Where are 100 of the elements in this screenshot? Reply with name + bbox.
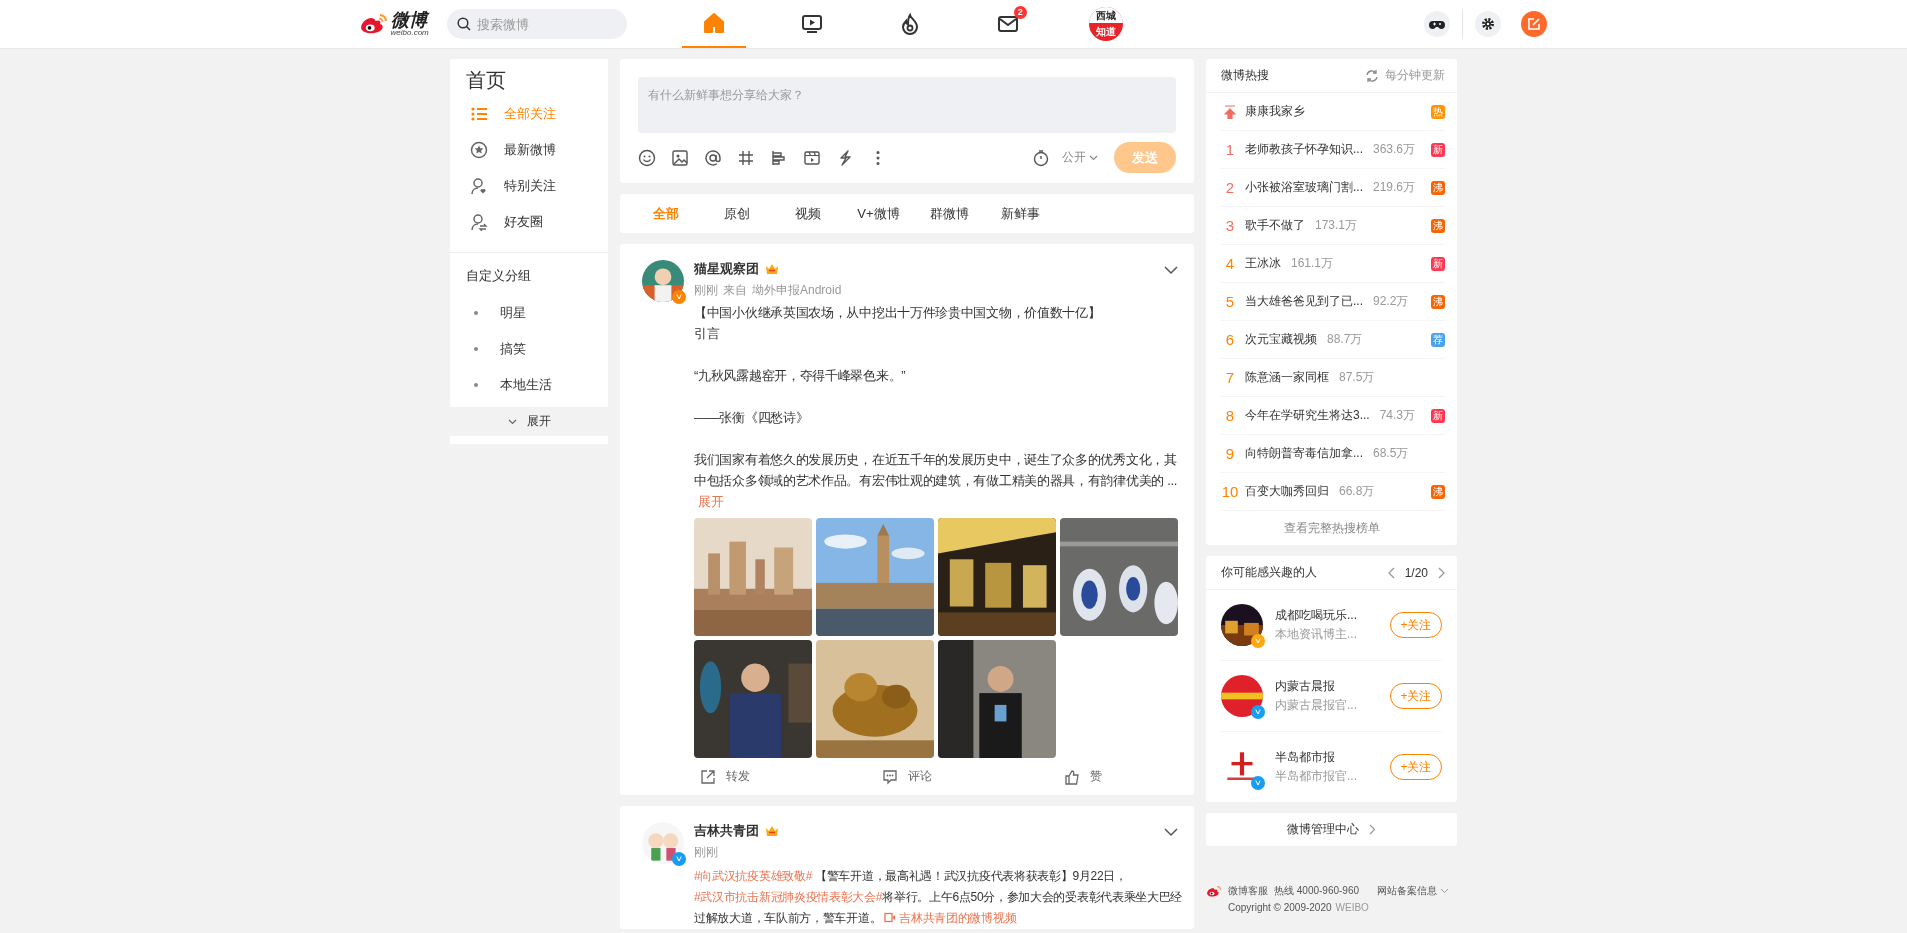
chevron-down-icon[interactable] <box>1164 266 1178 275</box>
group-item[interactable]: 本地生活 <box>450 367 608 403</box>
groups-heading: 自定义分组 <box>465 267 532 285</box>
sidebar-item[interactable]: 好友圈 <box>450 204 608 240</box>
chevron-down-icon[interactable] <box>1164 828 1178 837</box>
rank-number: 6 <box>1224 331 1236 348</box>
user-name[interactable]: 成都吃喝玩乐... <box>1275 607 1390 624</box>
topic-title: 当大雄爸爸见到了已... <box>1245 293 1363 310</box>
home-icon <box>702 12 725 34</box>
game-icon[interactable] <box>1423 11 1450 37</box>
heat-count: 92.2万 <box>1373 293 1409 310</box>
chevron-down-icon <box>507 418 517 425</box>
management-center-link[interactable]: 微博管理中心 <box>1206 813 1457 846</box>
author-name[interactable]: 吉林共青团 <box>694 822 759 840</box>
expand-button[interactable]: 展开 <box>450 407 608 436</box>
hot-search-item[interactable]: 4 王冰冰 161.1万 新 <box>1221 245 1445 283</box>
post-action[interactable]: 转发 <box>700 768 780 785</box>
post-text: #向武汉抗疫英雄致敬# 【警车开道，最高礼遇！武汉抗疫代表将获表彰】9月22日， #武汉市抗击新冠肺炎疫情表彰大会#将举行。上午6点50分，参加大会的受表彰代表乘坐大巴经过解放大道，车队前方，警车开道。 吉林共青团的微博视频 <box>694 868 1184 927</box>
hot-search-item[interactable]: 7 陈意涵一家同框 87.5万 <box>1221 359 1445 397</box>
post-action[interactable]: 赞 <box>1064 768 1144 785</box>
rank-number: 2 <box>1224 179 1236 196</box>
topic-tag: 热 <box>1431 104 1445 119</box>
image-icon[interactable] <box>671 148 689 167</box>
heat-count: 173.1万 <box>1315 217 1358 234</box>
previous-icon[interactable] <box>1387 566 1396 579</box>
hotline-text: 热线 4000-960-960 <box>1274 884 1360 898</box>
author-name[interactable]: 猫星观察团 <box>694 260 759 278</box>
settings-icon[interactable] <box>1474 11 1501 37</box>
post-time: 刚刚 <box>694 845 718 859</box>
user-description: 内蒙古晨报官... <box>1275 697 1358 714</box>
hot-search-item[interactable]: 5 当大雄爸爸见到了已... 92.2万 沸 <box>1221 283 1445 321</box>
search-field[interactable]: 搜索微博 <box>446 9 627 39</box>
comment-icon <box>882 768 898 785</box>
topic-tag: 新 <box>1431 142 1445 157</box>
feed-tab[interactable]: 新鲜事 <box>985 204 1056 223</box>
visibility-dropdown[interactable]: 公开 <box>1062 149 1098 166</box>
chevron-down-icon <box>1440 888 1450 894</box>
logo-text[interactable]: 微博 <box>390 11 429 29</box>
hot-search-item[interactable]: 3 歌手不做了 173.1万 沸 <box>1221 207 1445 245</box>
crown-icon <box>765 263 779 275</box>
feed-tab[interactable]: V+微博 <box>843 204 914 223</box>
post-text: “九秋风露越窑开，夺得千峰翠色来。” <box>694 367 907 385</box>
user-icon <box>470 177 488 195</box>
chevron-right-icon <box>1369 824 1376 835</box>
feed-tab[interactable]: 视频 <box>772 204 843 223</box>
timer-icon[interactable] <box>1032 148 1050 167</box>
video-icon <box>800 13 823 35</box>
user-icon <box>470 213 488 231</box>
weibo-logo-icon <box>1206 884 1222 898</box>
topic-tag: 沸 <box>1431 180 1445 195</box>
weibo-logo-icon[interactable] <box>358 12 389 36</box>
view-all-link[interactable]: 查看完整热搜榜单 <box>1206 511 1457 545</box>
next-icon[interactable] <box>1437 566 1445 579</box>
customer-service-link[interactable]: 微博客服 <box>1228 884 1268 898</box>
record-info-link[interactable]: 网站备案信息 <box>1377 884 1450 898</box>
sidebar-item[interactable]: 最新微博 <box>450 132 608 168</box>
hot-search-item[interactable]: 10 百变大咖秀回归 66.8万 沸 <box>1221 473 1445 511</box>
hot-search-item[interactable]: 6 次元宝藏视频 88.7万 荐 <box>1221 321 1445 359</box>
rank-number: 10 <box>1221 483 1239 500</box>
hot-search-item[interactable]: 8 今年在学研究生将达3... 74.3万 新 <box>1221 397 1445 435</box>
emoji-icon[interactable] <box>638 148 656 167</box>
topic-tag: 沸 <box>1431 294 1445 309</box>
feed-tab[interactable]: 原创 <box>701 204 772 223</box>
sidebar-title: 首页 <box>465 68 507 93</box>
nav-tab[interactable]: 2 <box>958 0 1057 48</box>
hot-search-item[interactable]: 1 老师教孩子怀孕知识... 363.6万 新 <box>1221 131 1445 169</box>
hashtag-icon[interactable] <box>737 148 755 167</box>
mention-icon[interactable] <box>704 148 722 167</box>
topic-title: 陈意涵一家同框 <box>1245 369 1329 386</box>
post-text: ——张衡《四愁诗》 <box>694 409 810 427</box>
city-logo: 西城 知道 <box>1088 7 1123 41</box>
page-indicator: 1/20 <box>1404 565 1428 580</box>
user-name[interactable]: 内蒙古晨报 <box>1275 678 1390 695</box>
sidebar-item[interactable]: 特别关注 <box>450 168 608 204</box>
refresh-icon <box>1365 68 1379 83</box>
compose-icon[interactable] <box>1520 11 1547 37</box>
crown-icon <box>765 825 779 837</box>
brand-text: WEIBO <box>1335 902 1369 913</box>
topic-title: 小张被浴室玻璃门割... <box>1245 179 1363 196</box>
user-name[interactable]: 半岛都市报 <box>1275 749 1390 766</box>
feed-tab[interactable]: 群微博 <box>914 204 985 223</box>
rank-number: 1 <box>1224 141 1236 158</box>
post-action[interactable]: 评论 <box>882 768 962 785</box>
group-item[interactable]: 明星 <box>450 295 608 331</box>
nav-tab[interactable]: 西城 知道 <box>1056 0 1155 48</box>
compose-field[interactable]: 有什么新鲜事想分享给大家？ <box>638 77 1176 133</box>
copyright-text: Copyright © 2009-2020 <box>1228 902 1332 913</box>
rank-number: 9 <box>1224 445 1236 462</box>
topic-tag: 新 <box>1431 408 1445 423</box>
rank-number: 5 <box>1224 293 1236 310</box>
unread-badge: 2 <box>1013 6 1027 19</box>
search-icon <box>456 17 471 31</box>
hot-search-item[interactable]: 康康我家乡 热 <box>1221 93 1445 131</box>
post-text: 引言 <box>694 325 721 343</box>
poll-icon[interactable] <box>770 148 788 167</box>
video-icon[interactable] <box>803 148 821 167</box>
group-item[interactable]: 搞笑 <box>450 331 608 367</box>
hot-search-item[interactable]: 9 向特朗普寄毒信加拿... 68.5万 <box>1221 435 1445 473</box>
hot-search-item[interactable]: 2 小张被浴室玻璃门割... 219.6万 沸 <box>1221 169 1445 207</box>
topic-title: 百变大咖秀回归 <box>1245 483 1329 500</box>
